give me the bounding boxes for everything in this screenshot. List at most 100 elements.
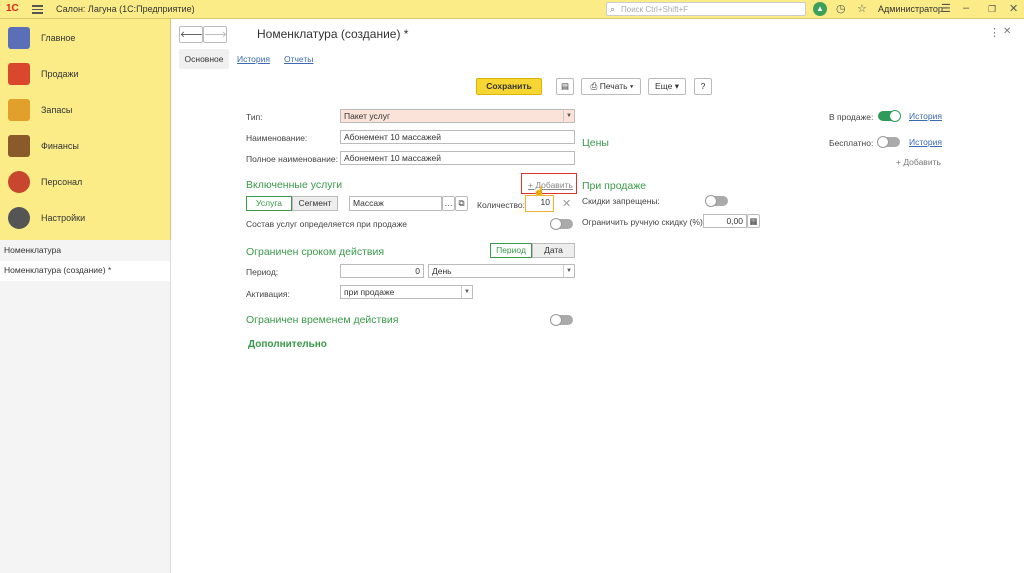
tab-reports[interactable]: Отчеты <box>284 54 313 64</box>
search-icon: ⌕ <box>610 4 616 14</box>
segment-date[interactable]: Дата <box>532 243 575 258</box>
people-icon <box>8 171 30 193</box>
more-label: Еще <box>655 81 673 91</box>
help-button[interactable]: ? <box>694 78 712 95</box>
period-unit-select[interactable]: День ▼ <box>428 264 575 278</box>
free-toggle[interactable] <box>877 136 900 148</box>
additional-header[interactable]: Дополнительно <box>248 339 327 350</box>
back-button[interactable]: 🡐 <box>179 26 203 43</box>
manual-discount-label: Ограничить ручную скидку (%): <box>582 217 706 227</box>
composition-label: Состав услуг определяется при продаже <box>246 219 408 229</box>
add-price-link[interactable]: + Добавить <box>896 157 941 167</box>
app-logo: 1С <box>6 3 19 14</box>
notifications-icon[interactable]: ▲ <box>813 2 827 16</box>
sidebar-item-finance[interactable]: Финансы <box>0 128 171 164</box>
service-field[interactable]: Массаж <box>349 196 442 211</box>
discounts-label: Скидки запрещены: <box>582 196 660 206</box>
chevron-down-icon[interactable]: ▼ <box>563 110 574 122</box>
segment-service[interactable]: Услуга <box>246 196 292 211</box>
tab-history[interactable]: История <box>237 54 270 64</box>
history-icon[interactable]: ◷ <box>836 2 846 15</box>
on-sale-label: В продаже: <box>829 112 874 122</box>
open-icon[interactable]: ⧉ <box>455 196 468 211</box>
chevron-down-icon[interactable]: ▼ <box>461 286 472 298</box>
hamburger-menu-icon[interactable] <box>32 3 43 14</box>
services-header: Включенные услуги <box>246 179 343 191</box>
sidebar-item-sales[interactable]: Продажи <box>0 56 171 92</box>
restore-icon[interactable]: ❐ <box>988 4 996 15</box>
page-title: Номенклатура (создание) * <box>257 27 409 41</box>
chevron-down-icon[interactable]: ▼ <box>563 265 574 277</box>
wallet-icon <box>8 135 30 157</box>
segment-segment[interactable]: Сегмент <box>292 196 338 211</box>
clipboard-icon <box>8 27 30 49</box>
limited-time-toggle[interactable] <box>550 314 573 326</box>
print-label: Печать <box>599 81 628 91</box>
sidebar-item-label: Финансы <box>41 141 79 151</box>
name-field[interactable]: Абонемент 10 массажей <box>340 130 575 144</box>
favorites-star-icon[interactable]: ☆ <box>857 2 867 15</box>
save-document-icon[interactable]: ▤ <box>556 78 574 95</box>
segment-period[interactable]: Период <box>490 243 532 258</box>
user-name[interactable]: Администратор <box>878 4 943 14</box>
fullname-field[interactable]: Абонемент 10 массажей <box>340 151 575 165</box>
sidebar-item-label: Настройки <box>41 213 86 223</box>
clear-icon[interactable]: ✕ <box>562 197 571 210</box>
open-window-item[interactable]: Номенклатура (создание) * <box>0 261 170 281</box>
on-sale-history-link[interactable]: История <box>909 111 942 121</box>
type-select[interactable]: Пакет услуг ▼ <box>340 109 575 123</box>
more-vertical-icon[interactable]: ⋮ <box>989 26 1000 39</box>
chart-icon <box>8 63 30 85</box>
quantity-field[interactable]: 10 <box>525 195 554 212</box>
discounts-toggle[interactable] <box>705 195 728 207</box>
type-value: Пакет услуг <box>344 111 391 121</box>
more-button[interactable]: Еще ▾ <box>648 78 686 95</box>
period-label: Период: <box>246 267 279 277</box>
sidebar-item-main[interactable]: Главное <box>0 20 171 56</box>
ellipsis-button[interactable]: … <box>442 196 455 211</box>
sidebar-item-stock[interactable]: Запасы <box>0 92 171 128</box>
manual-discount-field[interactable]: 0,00 <box>703 214 747 228</box>
gear-icon <box>8 207 30 229</box>
fullname-label: Полное наименование: <box>246 154 338 164</box>
type-label: Тип: <box>246 112 263 122</box>
minimize-icon[interactable]: – <box>963 2 969 14</box>
activation-select[interactable]: при продаже ▼ <box>340 285 473 299</box>
on-sale-toggle[interactable] <box>878 110 901 122</box>
boxes-icon <box>8 99 30 121</box>
tab-main[interactable]: Основное <box>179 49 229 69</box>
name-label: Наименование: <box>246 133 308 143</box>
period-unit-value: День <box>432 266 452 276</box>
printer-icon: ⎙ <box>590 81 600 91</box>
sidebar-item-label: Главное <box>41 33 76 43</box>
prices-header: Цены <box>582 137 609 149</box>
sidebar-item-label: Персонал <box>41 177 83 187</box>
free-label: Бесплатно: <box>829 138 874 148</box>
chevron-down-icon: ▾ <box>672 81 679 91</box>
free-history-link[interactable]: История <box>909 137 942 147</box>
highlight-frame <box>521 173 577 194</box>
limited-term-header: Ограничен сроком действия <box>246 246 385 258</box>
save-button[interactable]: Сохранить <box>476 78 542 95</box>
quantity-label: Количество: <box>477 200 526 210</box>
main-form: 🡐 🡒 Номенклатура (создание) * ⋮ ✕ Основн… <box>172 19 1024 573</box>
chevron-down-icon: ▾ <box>627 81 634 91</box>
open-window-item[interactable]: Номенклатура <box>0 241 170 261</box>
close-form-icon[interactable]: ✕ <box>1003 26 1011 37</box>
limited-time-header: Ограничен временем действия <box>246 314 399 326</box>
sidebar-item-settings[interactable]: Настройки <box>0 200 171 236</box>
sidebar-item-label: Запасы <box>41 105 73 115</box>
forward-button[interactable]: 🡒 <box>203 26 227 43</box>
sidebar-item-label: Продажи <box>41 69 79 79</box>
sidebar-item-staff[interactable]: Персонал <box>0 164 171 200</box>
period-field[interactable]: 0 <box>340 264 424 278</box>
composition-toggle[interactable] <box>550 218 573 230</box>
at-sale-header: При продаже <box>582 180 647 192</box>
close-icon[interactable]: ✕ <box>1009 2 1018 15</box>
activation-value: при продаже <box>344 287 395 297</box>
print-button[interactable]: ⎙ Печать ▾ <box>581 78 641 95</box>
app-title: Салон: Лагуна (1С:Предприятие) <box>56 4 195 14</box>
search-input[interactable]: ⌕ Поиск Ctrl+Shift+F <box>606 2 806 16</box>
settings-icon[interactable]: ☰ <box>941 2 951 15</box>
calculator-icon[interactable]: ▦ <box>747 214 760 228</box>
